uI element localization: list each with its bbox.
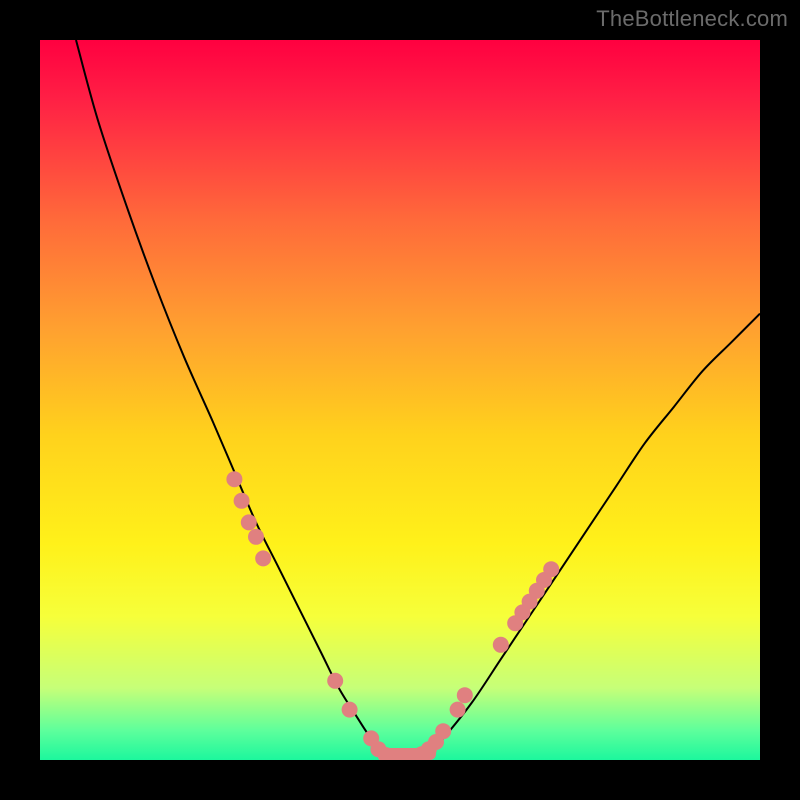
plot-area bbox=[40, 40, 760, 760]
watermark-text: TheBottleneck.com bbox=[596, 6, 788, 32]
bottleneck-curve bbox=[76, 40, 760, 760]
highlight-dots bbox=[226, 471, 559, 760]
highlight-dot bbox=[342, 702, 358, 718]
highlight-dot bbox=[234, 493, 250, 509]
highlight-dot bbox=[457, 687, 473, 703]
chart-container: TheBottleneck.com bbox=[0, 0, 800, 800]
highlight-dot bbox=[435, 723, 451, 739]
curve-layer bbox=[40, 40, 760, 760]
highlight-dot bbox=[255, 550, 271, 566]
highlight-dot bbox=[543, 561, 559, 577]
highlight-dot bbox=[450, 702, 466, 718]
highlight-dot bbox=[241, 514, 257, 530]
highlight-dot bbox=[248, 529, 264, 545]
highlight-dot bbox=[327, 673, 343, 689]
highlight-dot bbox=[493, 637, 509, 653]
highlight-dot bbox=[226, 471, 242, 487]
